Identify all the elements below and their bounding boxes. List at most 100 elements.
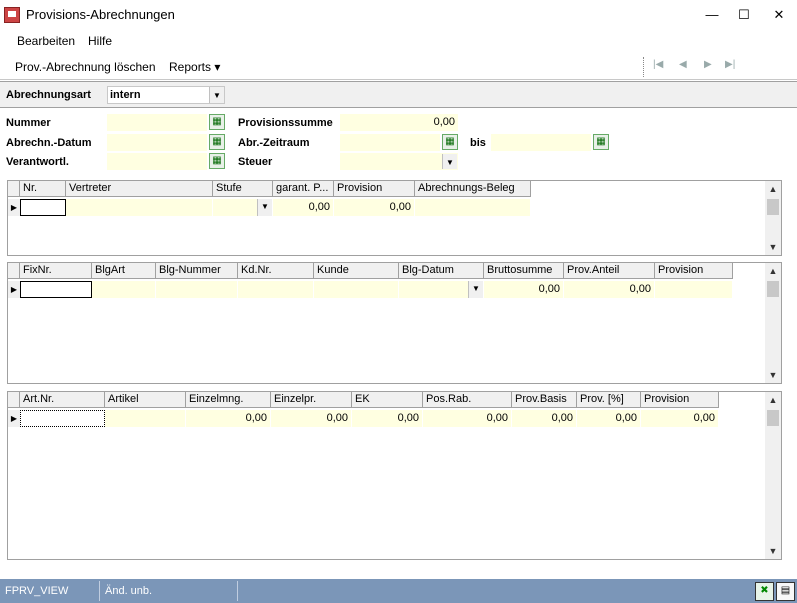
nummer-field[interactable]: [107, 114, 207, 131]
scroll-thumb[interactable]: [767, 410, 779, 426]
grid-cell[interactable]: [238, 281, 314, 298]
column-header[interactable]: Nr.: [20, 181, 66, 197]
row-indicator-icon: ▶: [8, 410, 20, 427]
grid-cell[interactable]: 0,00: [186, 410, 271, 427]
zeitraum-von-field[interactable]: [340, 134, 440, 151]
column-header[interactable]: Blg-Datum: [399, 263, 484, 279]
provisionssumme-field[interactable]: 0,00: [340, 114, 458, 131]
scroll-up-icon[interactable]: ▲: [765, 181, 781, 197]
column-header[interactable]: Prov. [%]: [577, 392, 641, 408]
grid-cell[interactable]: [314, 281, 399, 298]
grid-cell[interactable]: [105, 410, 186, 427]
stufe-cell[interactable]: ▼: [213, 199, 273, 216]
grid-cell[interactable]: [415, 199, 531, 216]
calendar-icon[interactable]: ▦: [442, 134, 458, 150]
column-header[interactable]: Stufe: [213, 181, 273, 197]
column-header[interactable]: Einzelpr.: [271, 392, 352, 408]
close-button[interactable]: ✕: [764, 4, 794, 26]
grid-cell[interactable]: [20, 281, 92, 298]
grid-cell[interactable]: [20, 410, 105, 427]
grid-cell[interactable]: 0,00: [484, 281, 564, 298]
scroll-thumb[interactable]: [767, 199, 779, 215]
beleg-grid[interactable]: FixNr. BlgArt Blg-Nummer Kd.Nr. Kunde Bl…: [7, 262, 782, 384]
column-header[interactable]: Provision: [655, 263, 733, 279]
grid-cell[interactable]: 0,00: [577, 410, 641, 427]
chevron-down-icon[interactable]: ▼: [442, 154, 457, 169]
column-header[interactable]: Abrechnungs-Beleg: [415, 181, 531, 197]
chevron-down-icon[interactable]: ▼: [468, 281, 483, 298]
toolbar-divider: [0, 79, 797, 80]
abrechnungsart-strip: Abrechnungsart intern ▼: [0, 81, 797, 108]
grid-cell[interactable]: [66, 199, 213, 216]
vertreter-grid[interactable]: Nr. Vertreter Stufe garant. P... Provisi…: [7, 180, 782, 256]
delete-settlement-button[interactable]: Prov.-Abrechnung löschen: [15, 60, 156, 74]
lookup-icon[interactable]: ▦: [209, 153, 225, 169]
scroll-up-icon[interactable]: ▲: [765, 392, 781, 408]
vertical-scrollbar[interactable]: ▲ ▼: [765, 181, 781, 255]
column-header[interactable]: Provision: [641, 392, 719, 408]
artikel-grid[interactable]: Art.Nr. Artikel Einzelmng. Einzelpr. EK …: [7, 391, 782, 560]
grid-cell[interactable]: 0,00: [564, 281, 655, 298]
toolbar: Prov.-Abrechnung löschen Reports ▾: [0, 55, 797, 79]
scroll-thumb[interactable]: [767, 281, 779, 297]
column-header[interactable]: Kunde: [314, 263, 399, 279]
column-header[interactable]: BlgArt: [92, 263, 156, 279]
verantwortl-label: Verantwortl.: [6, 156, 69, 168]
menu-hilfe[interactable]: Hilfe: [88, 34, 112, 48]
bis-label: bis: [470, 137, 486, 149]
vertical-scrollbar[interactable]: ▲ ▼: [765, 263, 781, 383]
grid-cell[interactable]: 0,00: [334, 199, 415, 216]
column-header[interactable]: Blg-Nummer: [156, 263, 238, 279]
zeitraum-bis-field[interactable]: [491, 134, 591, 151]
nav-first-icon[interactable]: |◀: [653, 59, 663, 70]
calendar-icon[interactable]: ▦: [593, 134, 609, 150]
calendar-icon[interactable]: ▦: [209, 134, 225, 150]
scroll-down-icon[interactable]: ▼: [765, 367, 781, 383]
grid-cell[interactable]: 0,00: [273, 199, 334, 216]
grid-cell[interactable]: [92, 281, 156, 298]
nav-next-icon[interactable]: ▶: [704, 59, 712, 70]
grid-cell[interactable]: 0,00: [271, 410, 352, 427]
steuer-select[interactable]: ▼: [340, 153, 458, 170]
column-header[interactable]: Prov.Anteil: [564, 263, 655, 279]
print-preview-icon[interactable]: ▤: [776, 582, 795, 601]
scroll-down-icon[interactable]: ▼: [765, 543, 781, 559]
grid-cell[interactable]: 0,00: [641, 410, 719, 427]
maximize-button[interactable]: ☐: [729, 4, 759, 26]
verantwortlich-field[interactable]: [107, 153, 207, 170]
nav-prev-icon[interactable]: ◀: [679, 59, 687, 70]
minimize-button[interactable]: —: [697, 4, 727, 26]
vertical-scrollbar[interactable]: ▲ ▼: [765, 392, 781, 559]
column-header[interactable]: Kd.Nr.: [238, 263, 314, 279]
lookup-icon[interactable]: ▦: [209, 114, 225, 130]
grid-cell[interactable]: 0,00: [512, 410, 577, 427]
grid-cell[interactable]: [655, 281, 733, 298]
scroll-up-icon[interactable]: ▲: [765, 263, 781, 279]
reports-menu-button[interactable]: Reports ▾: [169, 60, 220, 74]
excel-export-icon[interactable]: ✖: [755, 582, 774, 601]
column-header[interactable]: EK: [352, 392, 423, 408]
column-header[interactable]: Art.Nr.: [20, 392, 105, 408]
nav-last-icon[interactable]: ▶|: [725, 59, 735, 70]
column-header[interactable]: Provision: [334, 181, 415, 197]
chevron-down-icon[interactable]: ▼: [209, 87, 224, 103]
blg-datum-cell[interactable]: ▼: [399, 281, 484, 298]
column-header[interactable]: garant. P...: [273, 181, 334, 197]
abrechnungsart-select[interactable]: intern ▼: [107, 86, 225, 104]
column-header[interactable]: FixNr.: [20, 263, 92, 279]
grid-cell[interactable]: [156, 281, 238, 298]
chevron-down-icon[interactable]: ▼: [257, 199, 272, 216]
column-header[interactable]: Pos.Rab.: [423, 392, 512, 408]
column-header[interactable]: Bruttosumme: [484, 263, 564, 279]
grid-cell[interactable]: [20, 199, 66, 216]
column-header[interactable]: Vertreter: [66, 181, 213, 197]
column-header[interactable]: Artikel: [105, 392, 186, 408]
abrechnungsdatum-field[interactable]: [107, 134, 207, 151]
scroll-down-icon[interactable]: ▼: [765, 239, 781, 255]
grid-cell[interactable]: 0,00: [423, 410, 512, 427]
grid-cell[interactable]: 0,00: [352, 410, 423, 427]
column-header[interactable]: Einzelmng.: [186, 392, 271, 408]
abrechnungsart-value: intern: [110, 89, 141, 101]
menu-bearbeiten[interactable]: Bearbeiten: [17, 34, 75, 48]
column-header[interactable]: Prov.Basis: [512, 392, 577, 408]
